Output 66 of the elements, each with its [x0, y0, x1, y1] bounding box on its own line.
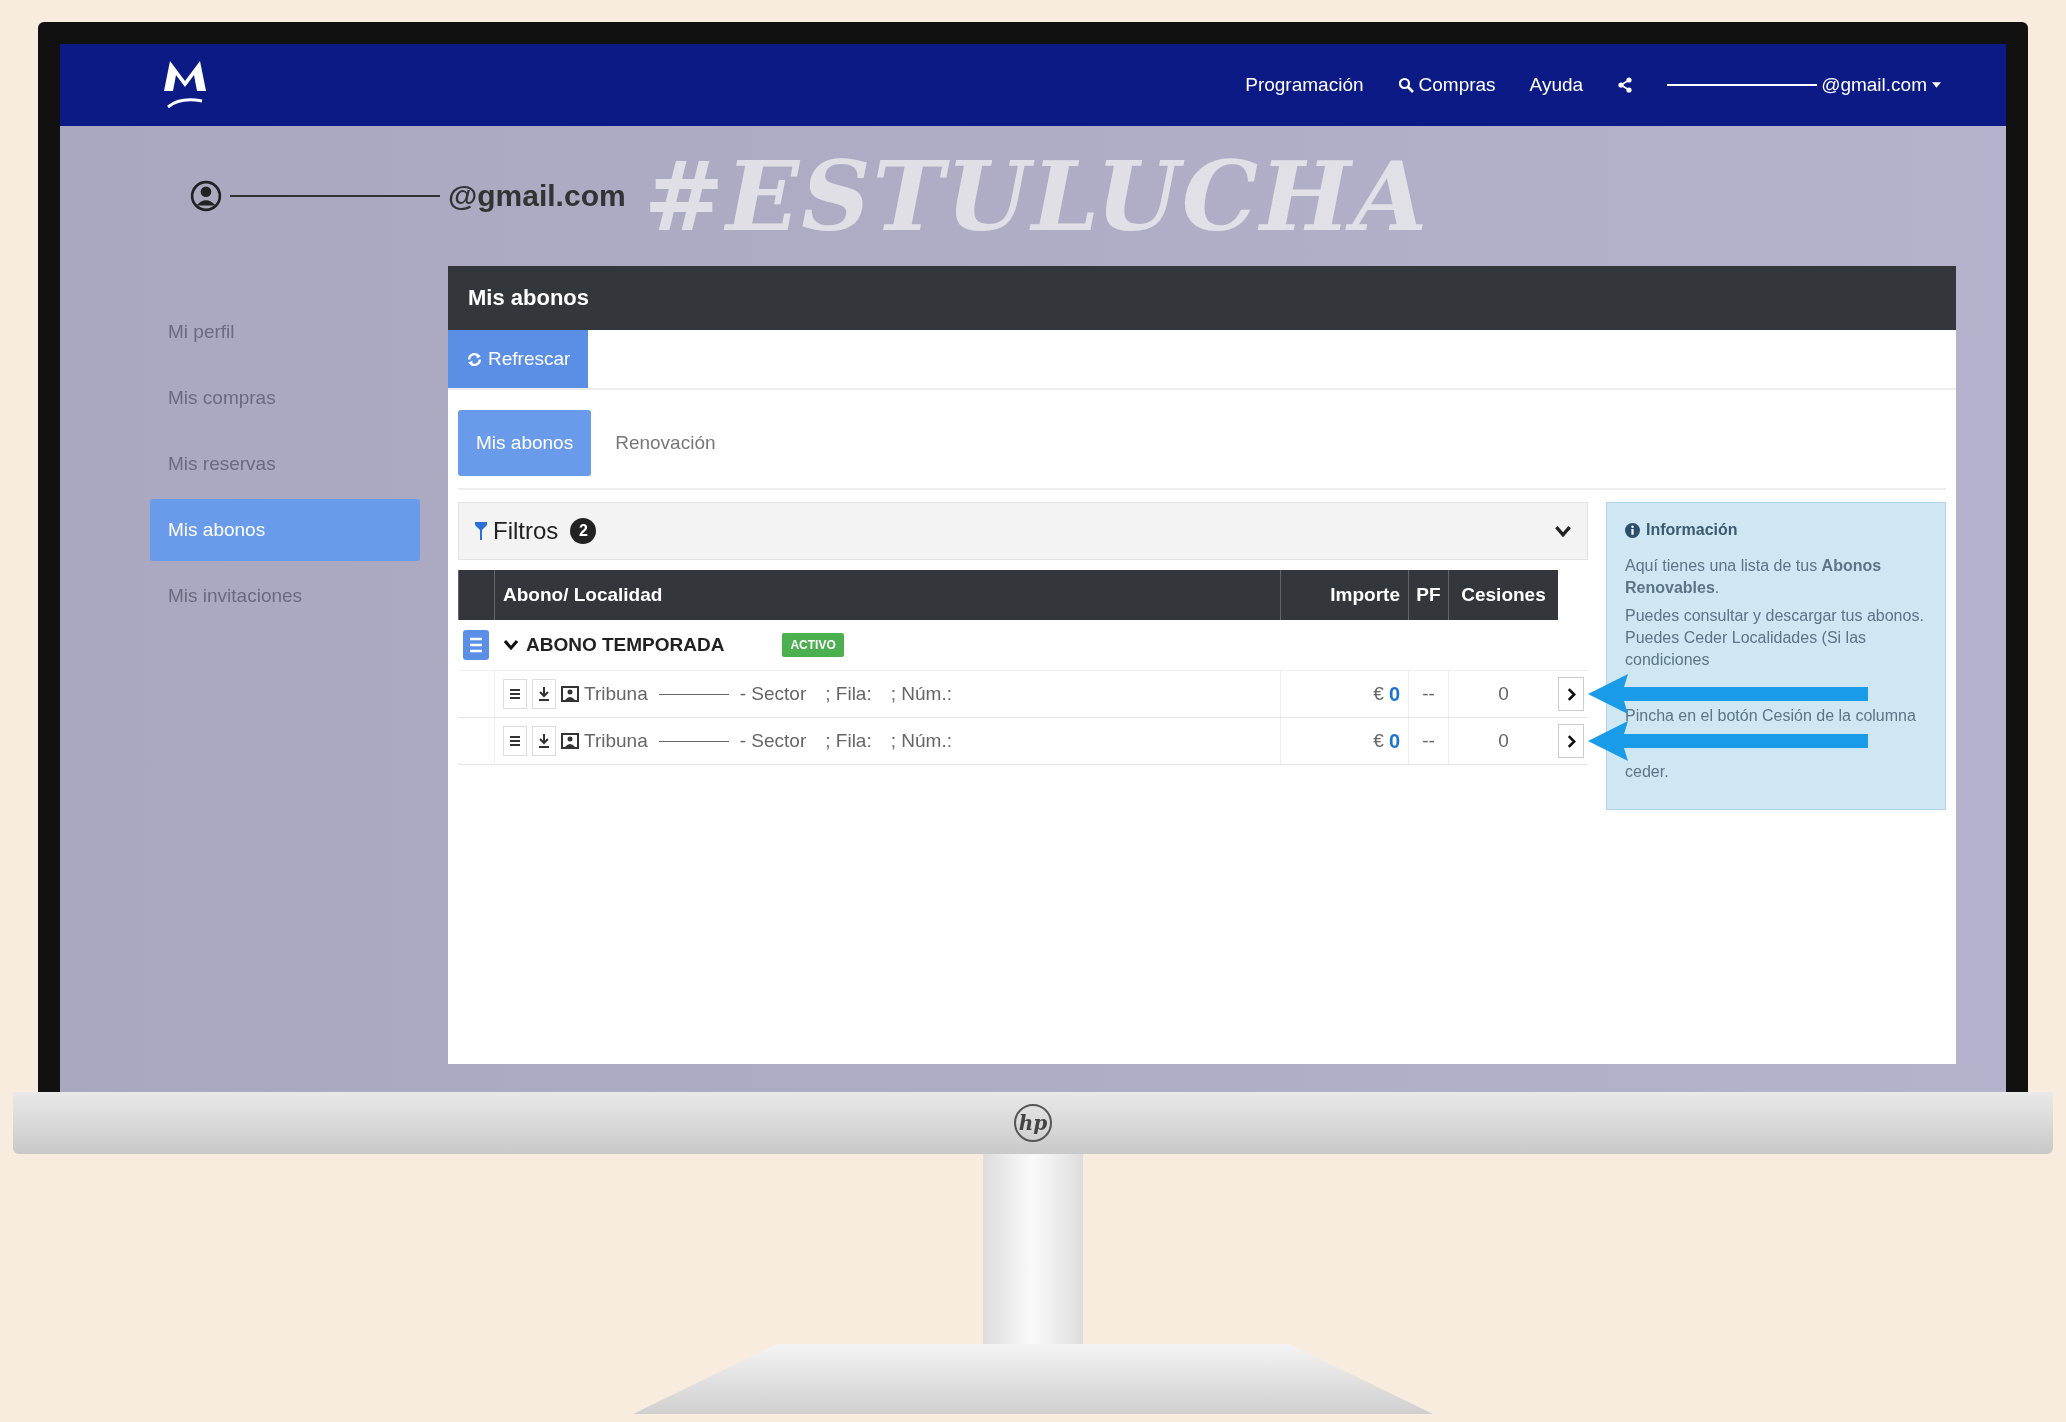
refresh-button[interactable]: Refrescar — [448, 330, 589, 388]
ticket-icon — [561, 686, 579, 702]
chevron-right-button[interactable] — [1558, 724, 1584, 758]
column-header: PF — [1408, 570, 1448, 620]
chevron-right-button[interactable] — [1558, 677, 1584, 711]
status-badge: ACTIVO — [782, 633, 844, 657]
ticket-icon — [561, 733, 579, 749]
download-icon[interactable] — [532, 679, 556, 709]
seat-sector: - Sector — [739, 683, 807, 705]
chevron-down-icon[interactable] — [504, 640, 518, 650]
info-text: Aquí tienes una lista de tus Abonos Renovables. — [1625, 556, 1883, 598]
amount-value: 0 — [1388, 729, 1400, 753]
user-email: @gmail.com — [448, 179, 626, 213]
column-header: Abono/ Localidad — [494, 570, 1280, 620]
seat-stand: Tribuna — [584, 730, 648, 752]
tab[interactable]: Renovación — [597, 410, 734, 476]
download-icon[interactable] — [532, 726, 556, 756]
brand-logo: hp — [1014, 1104, 1052, 1142]
filters-bar[interactable]: Filtros 2 — [458, 502, 1588, 560]
nav-link[interactable]: Compras — [1397, 74, 1496, 96]
redaction-line — [658, 693, 729, 695]
chevron-right-icon — [1566, 687, 1576, 701]
seat-sector: - Sector — [739, 730, 807, 752]
info-text: Puedes consultar y descargar tus abonos. — [1625, 606, 1925, 626]
currency-symbol: € — [1373, 730, 1384, 752]
caret-icon — [1932, 82, 1941, 88]
filters-label: Filtros — [493, 517, 559, 545]
search-icon — [1397, 77, 1414, 93]
seat-row: ; Fila: — [825, 730, 872, 752]
filter-icon — [475, 522, 487, 540]
list-icon[interactable] — [503, 679, 527, 709]
account-menu[interactable]: @gmail.com — [1821, 74, 1941, 96]
list-icon[interactable] — [503, 726, 527, 756]
sidebar-item[interactable]: Mis compras — [150, 367, 420, 429]
pf-cell: -- — [1408, 671, 1448, 717]
column-header: Cesiones — [1448, 570, 1558, 620]
info-icon — [1625, 522, 1640, 538]
seat-number: ; Núm.: — [890, 730, 952, 752]
amount-value: 0 — [1388, 682, 1400, 706]
sidebar-item[interactable]: Mis abonos — [150, 499, 420, 561]
filter-count: 2 — [570, 518, 597, 544]
chevron-right-icon — [1566, 734, 1576, 748]
seat-stand: Tribuna — [584, 683, 648, 705]
info-text: Pincha en el botón Cesión de la columna — [1625, 706, 1917, 726]
seat-row: ; Fila: — [825, 683, 872, 705]
pf-cell: -- — [1408, 718, 1448, 764]
nav-link[interactable]: Ayuda — [1529, 74, 1584, 96]
seat-number: ; Núm.: — [890, 683, 952, 705]
nav-link[interactable]: Programación — [1245, 74, 1364, 96]
refresh-icon — [466, 350, 483, 368]
panel-title: Mis abonos — [448, 266, 1956, 330]
column-header — [458, 570, 494, 620]
chevron-down-icon — [1555, 525, 1571, 537]
info-title: Información — [1646, 521, 1738, 539]
info-text: Puedes Ceder Localidades (Si las condiciones — [1625, 628, 1868, 670]
user-avatar-icon — [190, 180, 222, 212]
sidebar-item[interactable]: Mi perfil — [150, 301, 420, 363]
tab[interactable]: Mis abonos — [458, 410, 592, 476]
sidebar-item[interactable]: Mis reservas — [150, 433, 420, 495]
info-text: ceder. — [1625, 762, 1670, 782]
redaction-line — [658, 740, 729, 742]
share-icon[interactable] — [1617, 77, 1634, 93]
group-title: ABONO TEMPORADA — [526, 634, 725, 656]
currency-symbol: € — [1373, 683, 1384, 705]
column-header: Importe — [1280, 570, 1408, 620]
sidebar-item[interactable]: Mis invitaciones — [150, 565, 420, 627]
